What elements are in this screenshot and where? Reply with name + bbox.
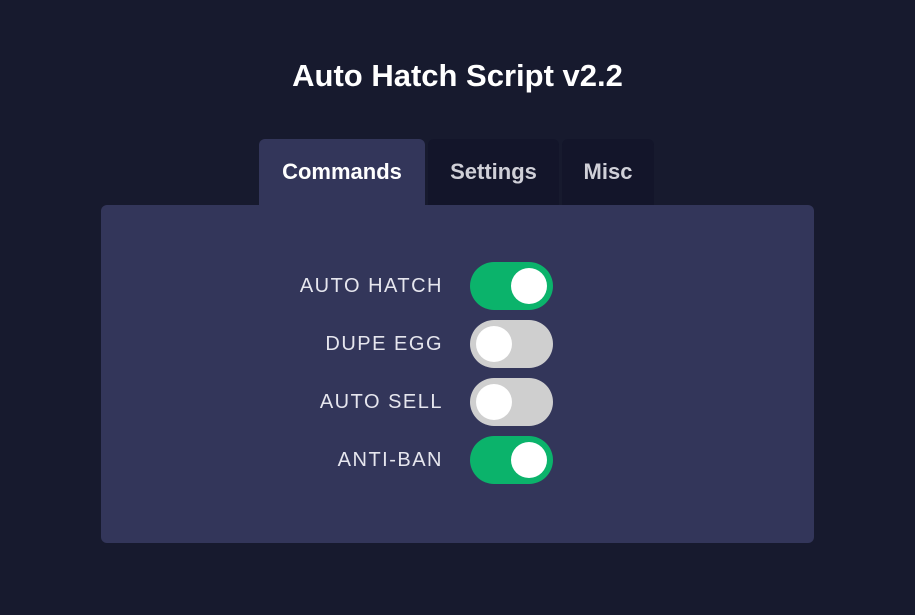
tab-settings[interactable]: Settings [428, 139, 559, 205]
anti-ban-toggle[interactable] [470, 436, 553, 484]
page-title: Auto Hatch Script v2.2 [292, 58, 623, 93]
anti-ban-label: ANTI-BAN [337, 448, 443, 471]
command-row-anti-ban: ANTI-BAN [101, 436, 814, 484]
auto-sell-toggle[interactable] [470, 378, 553, 426]
auto-hatch-toggle[interactable] [470, 262, 553, 310]
command-row-auto-sell: AUTO SELL [101, 378, 814, 426]
tab-commands[interactable]: Commands [259, 139, 425, 205]
toggle-knob [511, 442, 547, 478]
toggle-knob [476, 326, 512, 362]
commands-panel: AUTO HATCH DUPE EGG AUTO SELL ANTI-BAN [101, 205, 814, 543]
auto-hatch-label: AUTO HATCH [299, 274, 443, 297]
command-row-auto-hatch: AUTO HATCH [101, 262, 814, 310]
toggle-knob [511, 268, 547, 304]
toggle-knob [476, 384, 512, 420]
command-row-dupe-egg: DUPE EGG [101, 320, 814, 368]
dupe-egg-label: DUPE EGG [325, 332, 443, 355]
tab-misc[interactable]: Misc [562, 139, 654, 205]
auto-sell-label: AUTO SELL [319, 390, 443, 413]
tab-bar: Commands Settings Misc [259, 139, 654, 205]
dupe-egg-toggle[interactable] [470, 320, 553, 368]
